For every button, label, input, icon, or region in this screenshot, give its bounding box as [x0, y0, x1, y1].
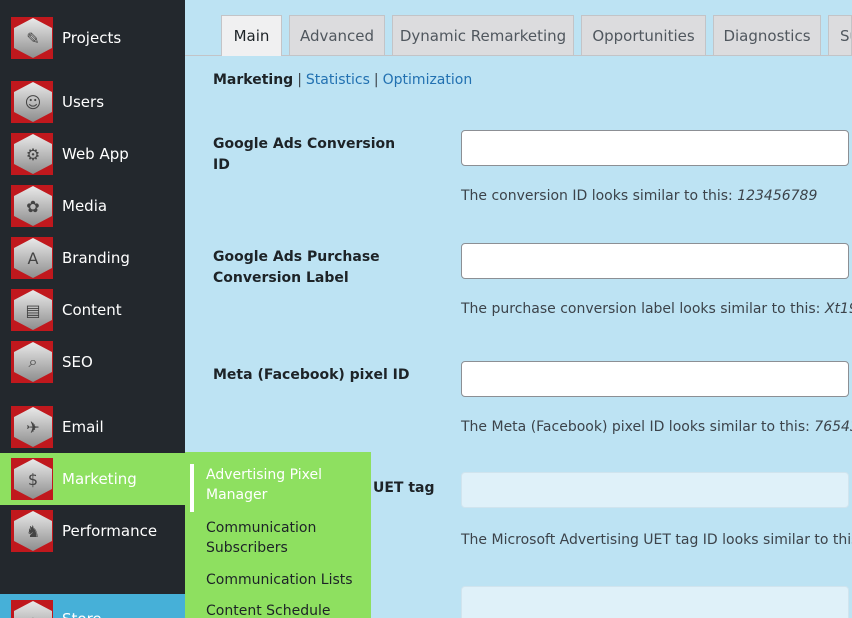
- uet-tag-desc: The Microsoft Advertising UET tag ID loo…: [461, 532, 852, 548]
- sidebar-item-seo[interactable]: ⌕ SEO: [0, 336, 185, 388]
- tab-opportunities[interactable]: Opportunities: [581, 15, 706, 55]
- sidebar-item-label: Projects: [62, 29, 122, 47]
- projects-icon: ✎: [11, 17, 53, 59]
- tab-dynamic-remarketing[interactable]: Dynamic Remarketing: [392, 15, 574, 55]
- users-icon: ☺: [11, 81, 53, 123]
- tabs-divider: [185, 55, 852, 56]
- meta-pixel-id-input[interactable]: [461, 361, 849, 397]
- marketing-icon: $: [11, 458, 53, 500]
- sidebar-item-email[interactable]: ✈ Email: [0, 401, 185, 453]
- meta-pixel-id-desc: The Meta (Facebook) pixel ID looks simil…: [461, 419, 852, 435]
- web-app-icon: ⚙: [11, 133, 53, 175]
- next-field-input[interactable]: [461, 586, 849, 618]
- sidebar-item-branding[interactable]: A Branding: [0, 232, 185, 284]
- email-icon: ✈: [11, 406, 53, 448]
- sidebar-item-label: Email: [62, 418, 104, 436]
- marketing-submenu: Advertising Pixel Manager Communication …: [185, 452, 371, 618]
- media-icon: ✿: [11, 185, 53, 227]
- uet-tag-input[interactable]: [461, 472, 849, 508]
- sidebar-item-label: Marketing: [62, 470, 137, 488]
- sidebar-item-label: Media: [62, 197, 108, 215]
- sidebar-item-label: Performance: [62, 522, 158, 540]
- submenu-item-advertising-pixel-manager[interactable]: Advertising Pixel Manager: [206, 465, 366, 505]
- seo-icon: ⌕: [11, 341, 53, 383]
- tab-support[interactable]: Su: [828, 15, 852, 55]
- google-ads-conversion-id-desc: The conversion ID looks similar to this:…: [461, 188, 817, 204]
- branding-icon: A: [11, 237, 53, 279]
- desc-text: The conversion ID looks similar to this:: [461, 188, 738, 204]
- admin-sidebar: ✎ Projects ☺ Users ⚙ Web App ✿ Media A B…: [0, 0, 185, 618]
- sidebar-item-web-app[interactable]: ⚙ Web App: [0, 128, 185, 180]
- tab-diagnostics[interactable]: Diagnostics: [713, 15, 821, 55]
- google-ads-conversion-id-input[interactable]: [461, 130, 849, 166]
- sidebar-item-media[interactable]: ✿ Media: [0, 180, 185, 232]
- google-ads-purchase-label-input[interactable]: [461, 243, 849, 279]
- sidebar-item-performance[interactable]: ♞ Performance: [0, 505, 185, 557]
- desc-text: The purchase conversion label looks simi…: [461, 301, 825, 317]
- sidebar-item-marketing[interactable]: $ Marketing: [0, 453, 185, 505]
- sidebar-item-label: Users: [62, 93, 105, 111]
- google-ads-purchase-label-label: Google Ads Purchase Conversion Label: [213, 249, 380, 286]
- subnav-current: Marketing: [213, 72, 294, 88]
- subnav-separator: |: [373, 72, 379, 88]
- tab-main[interactable]: Main: [221, 15, 282, 56]
- sidebar-item-content[interactable]: ▤ Content: [0, 284, 185, 336]
- meta-pixel-id-label: Meta (Facebook) pixel ID: [213, 367, 410, 383]
- sidebar-item-store[interactable]: ⌂ Store: [0, 594, 185, 618]
- uet-tag-label: UET tag: [373, 480, 435, 496]
- sidebar-item-label: Web App: [62, 145, 129, 163]
- subnav-separator: |: [297, 72, 302, 88]
- google-ads-purchase-label-desc: The purchase conversion label looks simi…: [461, 301, 852, 317]
- section-subnav: Marketing | Statistics | Optimization: [213, 72, 472, 88]
- desc-example: 765432: [814, 419, 852, 435]
- sidebar-item-label: Branding: [62, 249, 130, 267]
- subnav-link-optimization[interactable]: Optimization: [383, 72, 473, 88]
- subnav-link-statistics[interactable]: Statistics: [306, 72, 370, 88]
- sidebar-item-projects[interactable]: ✎ Projects: [0, 12, 185, 64]
- submenu-item-content-schedule[interactable]: Content Schedule: [206, 601, 366, 618]
- tab-advanced[interactable]: Advanced: [289, 15, 385, 55]
- sidebar-item-label: Content: [62, 301, 122, 319]
- performance-icon: ♞: [11, 510, 53, 552]
- desc-example: 123456789: [737, 188, 818, 204]
- google-ads-conversion-id-label: Google Ads Conversion ID: [213, 136, 396, 173]
- submenu-item-communication-lists[interactable]: Communication Lists: [206, 570, 366, 590]
- current-item-indicator: [190, 464, 194, 512]
- desc-text: The Meta (Facebook) pixel ID looks simil…: [461, 419, 815, 435]
- sidebar-item-label: SEO: [62, 353, 93, 371]
- submenu-item-communication-subscribers[interactable]: Communication Subscribers: [206, 518, 366, 558]
- desc-example: Xt19C: [824, 301, 852, 317]
- sidebar-item-users[interactable]: ☺ Users: [0, 76, 185, 128]
- desc-text: The Microsoft Advertising UET tag ID loo…: [461, 532, 852, 548]
- store-icon: ⌂: [11, 600, 53, 618]
- content-icon: ▤: [11, 289, 53, 331]
- sidebar-item-label: Store: [62, 610, 102, 618]
